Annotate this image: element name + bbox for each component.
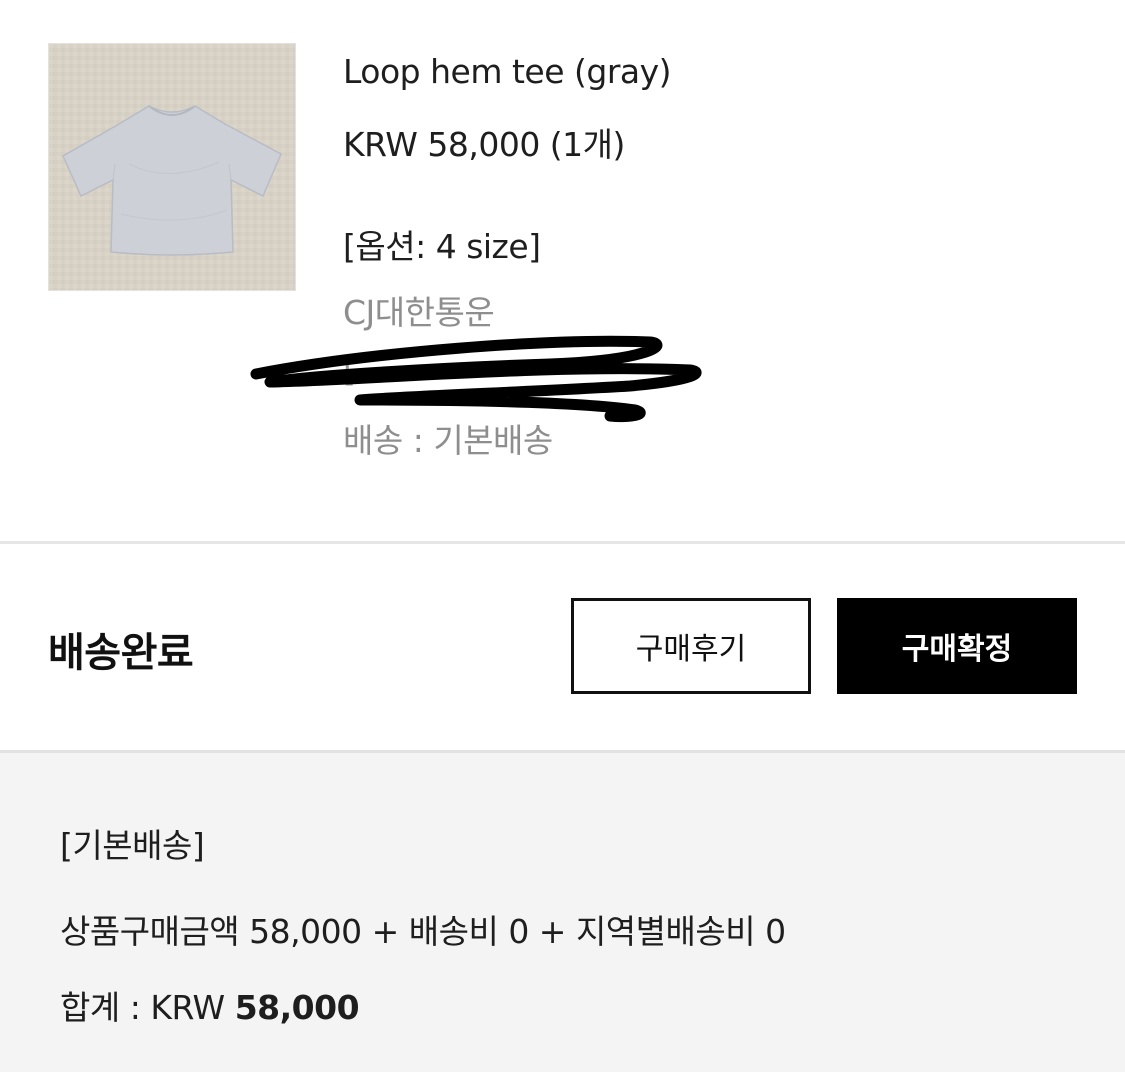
confirm-purchase-button[interactable]: 구매확정 bbox=[837, 598, 1077, 694]
summary-formula: 상품구매금액 58,000 + 배송비 0 + 지역별배송비 0 bbox=[60, 912, 786, 951]
product-price: KRW 58,000 (1개) bbox=[343, 125, 625, 164]
summary-shipping-method: [기본배송] bbox=[60, 826, 205, 865]
summary-total: 합계 : KRW 58,000 bbox=[60, 981, 360, 1029]
write-review-button[interactable]: 구매후기 bbox=[571, 598, 811, 694]
price-summary: [기본배송] 상품구매금액 58,000 + 배송비 0 + 지역별배송비 0 … bbox=[0, 753, 1125, 1072]
product-option: [옵션: 4 size] bbox=[343, 227, 541, 266]
delivery-status-label: 배송완료 bbox=[48, 630, 194, 676]
product-thumbnail[interactable] bbox=[48, 43, 296, 291]
order-item: Loop hem tee (gray) KRW 58,000 (1개) [옵션:… bbox=[0, 0, 1125, 541]
summary-total-label: 합계 : KRW bbox=[60, 988, 225, 1027]
order-status-bar: 배송완료 구매후기 구매확정 bbox=[0, 544, 1125, 750]
summary-total-amount: 58,000 bbox=[234, 988, 360, 1027]
carrier-name: CJ대한통운 bbox=[343, 293, 495, 332]
shipping-method: 배송 : 기본배송 bbox=[343, 421, 553, 460]
product-name[interactable]: Loop hem tee (gray) bbox=[343, 52, 672, 91]
tracking-number[interactable]: [ bbox=[343, 350, 356, 389]
tshirt-image bbox=[49, 44, 295, 290]
